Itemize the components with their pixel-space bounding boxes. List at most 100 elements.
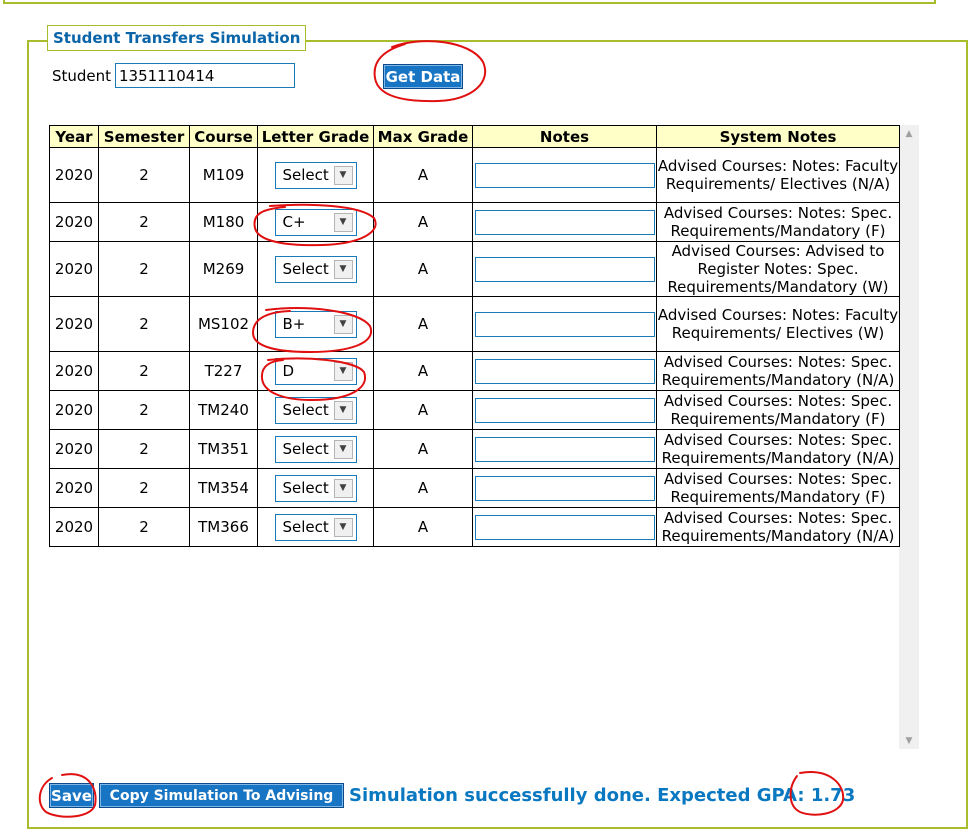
cell-notes <box>472 468 657 508</box>
letter-grade-select[interactable]: D ▼ <box>274 357 357 385</box>
letter-grade-value: Select <box>282 166 329 184</box>
cell-semester: 2 <box>98 390 190 430</box>
letter-grade-select[interactable]: B+ ▼ <box>274 310 357 338</box>
header-year: Year <box>49 125 99 148</box>
chevron-down-icon[interactable]: ▼ <box>333 259 353 279</box>
copy-simulation-button[interactable]: Copy Simulation To Advising <box>99 783 344 808</box>
letter-grade-select[interactable]: Select ▼ <box>274 435 357 463</box>
table-row: 2020 2 M269 Select ▼ A Advised Courses: Advise… <box>49 241 900 297</box>
cell-notes <box>472 202 657 242</box>
cell-course: TM366 <box>189 507 258 547</box>
table-row: 2020 2 M180 C+ ▼ A Advised Courses: Notes: Spe… <box>49 202 900 242</box>
cell-max-grade: A <box>373 296 473 352</box>
letter-grade-value: Select <box>282 401 329 419</box>
letter-grade-value: Select <box>282 479 329 497</box>
cell-course: TM351 <box>189 429 258 469</box>
save-button[interactable]: Save <box>49 783 94 808</box>
status-message: Simulation successfully done. Expected G… <box>349 785 855 807</box>
cell-letter-grade: C+ ▼ <box>257 202 374 242</box>
table-row: 2020 2 T227 D ▼ A Advised Courses: Notes: Spec… <box>49 351 900 391</box>
notes-input[interactable] <box>474 475 655 501</box>
notes-input[interactable] <box>474 358 655 384</box>
chevron-down-icon[interactable]: ▼ <box>333 517 353 537</box>
cell-semester: 2 <box>98 507 190 547</box>
letter-grade-select[interactable]: Select ▼ <box>274 396 357 424</box>
letter-grade-select[interactable]: C+ ▼ <box>274 208 357 236</box>
notes-input[interactable] <box>474 209 655 235</box>
cell-max-grade: A <box>373 351 473 391</box>
cell-notes <box>472 390 657 430</box>
cell-system-notes: Advised Courses: Notes: Faculty Requirem… <box>656 296 900 352</box>
letter-grade-value: Select <box>282 440 329 458</box>
cell-letter-grade: Select ▼ <box>257 507 374 547</box>
notes-input[interactable] <box>474 311 655 337</box>
status-text: Simulation successfully done. Expected G… <box>349 785 805 806</box>
chevron-down-icon[interactable]: ▼ <box>333 400 353 420</box>
cell-notes <box>472 429 657 469</box>
table-row: 2020 2 TM240 Select ▼ A Advised Courses: Notes… <box>49 390 900 430</box>
notes-input[interactable] <box>474 162 655 188</box>
header-letter-grade: Letter Grade <box>257 125 374 148</box>
cell-semester: 2 <box>98 429 190 469</box>
table-row: 2020 2 TM354 Select ▼ A Advised Courses: Notes… <box>49 468 900 508</box>
student-id-input[interactable] <box>115 63 295 88</box>
cell-year: 2020 <box>49 147 99 203</box>
chevron-down-icon[interactable]: ▼ <box>333 478 353 498</box>
cell-notes <box>472 147 657 203</box>
cell-notes <box>472 351 657 391</box>
cell-course: M269 <box>189 241 258 297</box>
letter-grade-select[interactable]: Select ▼ <box>274 513 357 541</box>
cell-system-notes: Advised Courses: Advised to Register Not… <box>656 241 900 297</box>
chevron-down-icon[interactable]: ▼ <box>333 212 353 232</box>
letter-grade-value: Select <box>282 260 329 278</box>
notes-input[interactable] <box>474 436 655 462</box>
cell-letter-grade: Select ▼ <box>257 468 374 508</box>
notes-input[interactable] <box>474 397 655 423</box>
letter-grade-select[interactable]: Select ▼ <box>274 161 357 189</box>
scroll-up-arrow-icon[interactable]: ▲ <box>899 125 919 142</box>
table-scrollbar[interactable]: ▲ ▼ <box>899 125 919 749</box>
header-semester: Semester <box>98 125 190 148</box>
letter-grade-select[interactable]: Select ▼ <box>274 474 357 502</box>
cell-system-notes: Advised Courses: Notes: Spec. Requiremen… <box>656 202 900 242</box>
get-data-button[interactable]: Get Data <box>383 64 463 89</box>
cell-system-notes: Advised Courses: Notes: Spec. Requiremen… <box>656 429 900 469</box>
chevron-down-icon[interactable]: ▼ <box>333 314 353 334</box>
cell-course: M109 <box>189 147 258 203</box>
cell-semester: 2 <box>98 202 190 242</box>
notes-input[interactable] <box>474 256 655 282</box>
cell-notes <box>472 296 657 352</box>
table-row: 2020 2 MS102 B+ ▼ A Advised Courses: Notes: Fa… <box>49 296 900 352</box>
cell-max-grade: A <box>373 429 473 469</box>
letter-grade-value: C+ <box>282 213 306 231</box>
notes-input[interactable] <box>474 514 655 540</box>
header-course: Course <box>189 125 258 148</box>
chevron-down-icon[interactable]: ▼ <box>333 361 353 381</box>
header-system-notes: System Notes <box>656 125 900 148</box>
cell-semester: 2 <box>98 147 190 203</box>
cell-letter-grade: D ▼ <box>257 351 374 391</box>
table-header-row: Year Semester Course Letter Grade Max Gr… <box>49 125 900 148</box>
cell-letter-grade: Select ▼ <box>257 390 374 430</box>
cell-notes <box>472 241 657 297</box>
student-label: Student <box>52 67 112 85</box>
cell-semester: 2 <box>98 241 190 297</box>
cell-year: 2020 <box>49 468 99 508</box>
cell-course: MS102 <box>189 296 258 352</box>
top-panel-border <box>3 0 936 4</box>
chevron-down-icon[interactable]: ▼ <box>333 165 353 185</box>
chevron-down-icon[interactable]: ▼ <box>333 439 353 459</box>
letter-grade-value: B+ <box>282 315 306 333</box>
letter-grade-select[interactable]: Select ▼ <box>274 255 357 283</box>
cell-year: 2020 <box>49 296 99 352</box>
letter-grade-value: Select <box>282 518 329 536</box>
cell-year: 2020 <box>49 202 99 242</box>
cell-letter-grade: Select ▼ <box>257 429 374 469</box>
header-max-grade: Max Grade <box>373 125 473 148</box>
cell-year: 2020 <box>49 507 99 547</box>
cell-max-grade: A <box>373 147 473 203</box>
cell-semester: 2 <box>98 296 190 352</box>
cell-max-grade: A <box>373 390 473 430</box>
scroll-down-arrow-icon[interactable]: ▼ <box>899 732 919 749</box>
letter-grade-value: D <box>282 362 295 380</box>
